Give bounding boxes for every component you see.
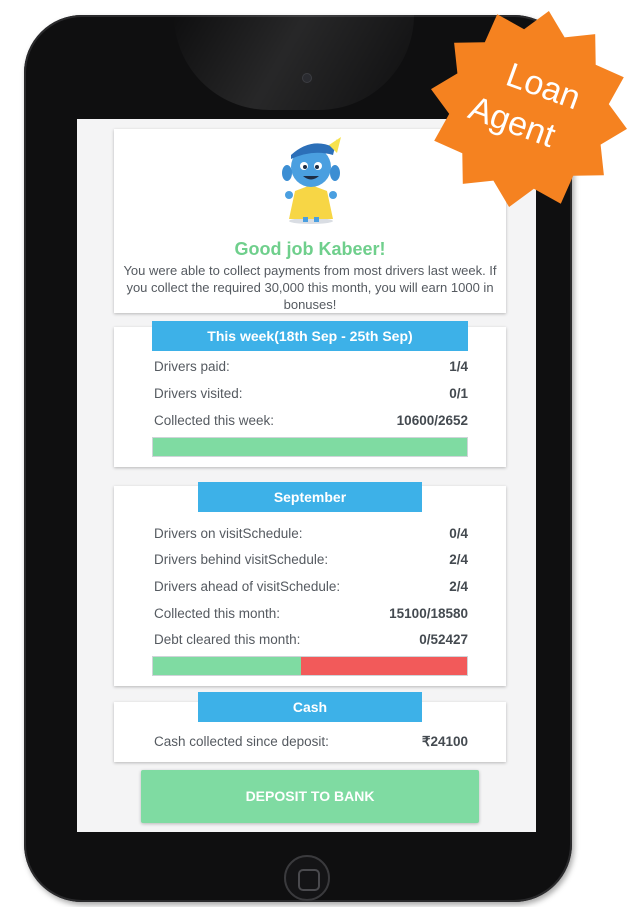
month-row-collected: Collected this month: 15100/18580: [154, 604, 468, 624]
month-progress-bar: [152, 656, 468, 676]
row-value: 2/4: [449, 552, 468, 567]
row-value: 0/52427: [419, 632, 468, 647]
row-label: Drivers behind visitSchedule:: [154, 552, 329, 567]
row-value: 1/4: [449, 359, 468, 374]
month-progress-fill: [153, 657, 301, 675]
week-progress-fill: [153, 438, 467, 456]
weekly-summary-card: This week(18th Sep - 25th Sep) Drivers p…: [114, 321, 506, 467]
row-label: Collected this month:: [154, 606, 281, 621]
loan-agent-badge: Loan Agent: [421, 3, 637, 215]
cash-title-banner: Cash: [198, 692, 422, 722]
app-screen: Good job Kabeer! You were able to collec…: [77, 119, 536, 832]
month-row-ahead-schedule: Drivers ahead of visitSchedule: 2/4: [154, 577, 468, 597]
month-row-behind-schedule: Drivers behind visitSchedule: 2/4: [154, 550, 468, 570]
row-label: Collected this week:: [154, 413, 275, 428]
cash-card: Cash Cash collected since deposit: ₹2410…: [114, 692, 506, 762]
cash-row-collected: Cash collected since deposit: ₹24100: [154, 732, 468, 752]
row-value: ₹24100: [421, 734, 468, 749]
month-remaining-fill: [300, 657, 467, 675]
row-value: 10600/2652: [396, 413, 468, 428]
row-value: 0/4: [449, 526, 468, 541]
row-label: Debt cleared this month:: [154, 632, 301, 647]
row-label: Drivers paid:: [154, 359, 230, 374]
row-value: 15100/18580: [389, 606, 468, 621]
month-row-on-schedule: Drivers on visitSchedule: 0/4: [154, 524, 468, 544]
month-title-banner: September: [198, 482, 422, 512]
week-row-drivers-paid: Drivers paid: 1/4: [154, 357, 468, 377]
camera-icon: [303, 74, 311, 82]
row-label: Cash collected since deposit:: [154, 734, 329, 749]
deposit-to-bank-button[interactable]: DEPOSIT TO BANK: [141, 770, 479, 823]
home-button[interactable]: [284, 855, 330, 901]
row-label: Drivers visited:: [154, 386, 243, 401]
month-row-debt-cleared: Debt cleared this month: 0/52427: [154, 630, 468, 650]
row-value: 0/1: [449, 386, 468, 401]
week-row-drivers-visited: Drivers visited: 0/1: [154, 384, 468, 404]
motivation-message: You were able to collect payments from m…: [123, 263, 497, 312]
week-row-collected: Collected this week: 10600/2652: [154, 411, 468, 431]
greeting-text: Good job Kabeer!: [234, 239, 386, 259]
row-value: 2/4: [449, 579, 468, 594]
monthly-summary-card: September Drivers on visitSchedule: 0/4 …: [114, 482, 506, 686]
row-label: Drivers ahead of visitSchedule:: [154, 579, 341, 594]
happy-mascot-icon: [282, 137, 341, 224]
week-title-banner: This week(18th Sep - 25th Sep): [152, 321, 468, 351]
row-label: Drivers on visitSchedule:: [154, 526, 303, 541]
week-progress-bar: [152, 437, 468, 457]
